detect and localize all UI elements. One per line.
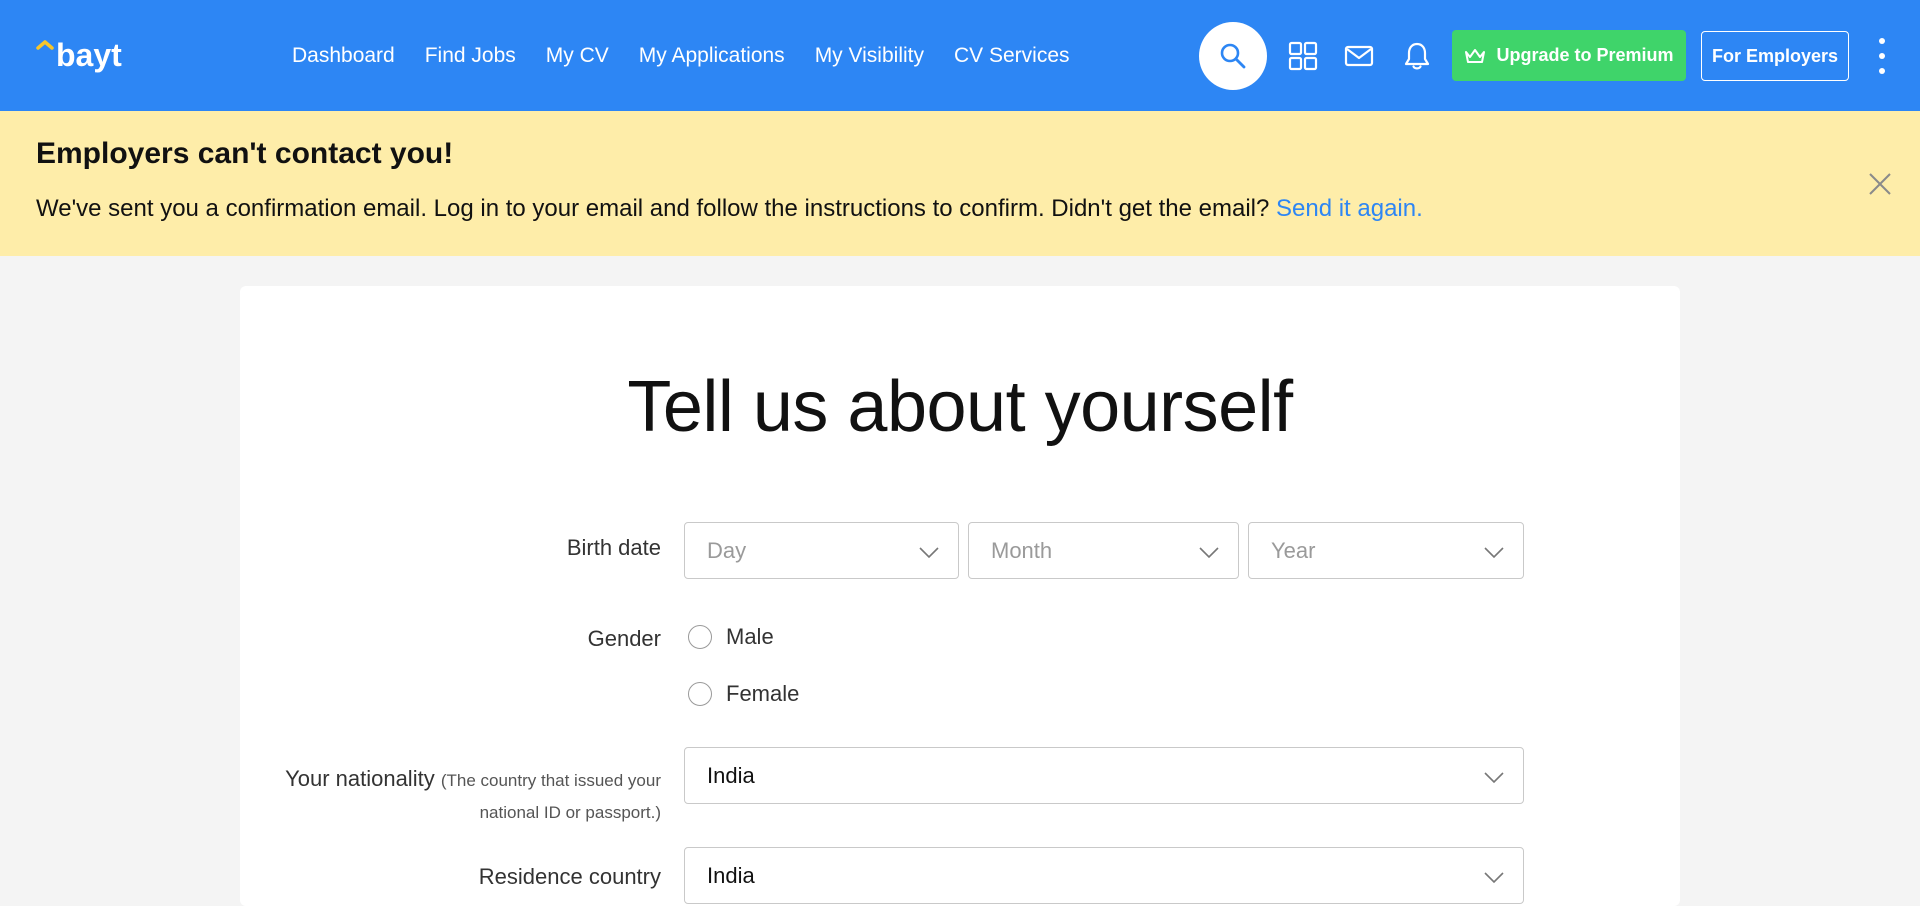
chevron-down-icon <box>919 547 939 559</box>
banner-title: Employers can't contact you! <box>36 137 454 170</box>
nationality-value: India <box>707 762 755 788</box>
bell-icon <box>1404 42 1430 70</box>
banner-message: We've sent you a confirmation email. Log… <box>36 195 1423 223</box>
nationality-select[interactable]: India <box>684 747 1524 804</box>
nav-cv-services[interactable]: CV Services <box>954 44 1070 68</box>
banner-text: We've sent you a confirmation email. Log… <box>36 195 1270 222</box>
birth-date-label: Birth date <box>566 535 661 560</box>
gender-male-option[interactable]: Male <box>688 624 774 650</box>
profile-form-card: Tell us about yourself Birth date Day Mo… <box>240 286 1680 906</box>
resend-email-link[interactable]: Send it again. <box>1276 195 1423 222</box>
page-title: Tell us about yourself <box>627 367 1293 447</box>
employers-label: For Employers <box>1711 45 1839 66</box>
female-label: Female <box>726 681 800 706</box>
day-placeholder: Day <box>707 537 747 563</box>
nationality-label: Your nationality <box>285 766 435 791</box>
nav-my-cv[interactable]: My CV <box>546 44 609 68</box>
upgrade-premium-button[interactable]: Upgrade to Premium <box>1452 30 1686 81</box>
birth-day-select[interactable]: Day <box>684 522 959 579</box>
gender-female-option[interactable]: Female <box>688 681 799 707</box>
search-icon <box>1220 43 1246 69</box>
mail-icon <box>1344 45 1374 67</box>
top-navigation-bar: bayt Dashboard Find Jobs My CV My Applic… <box>0 0 1920 111</box>
male-label: Male <box>726 624 774 649</box>
email-confirmation-banner: Employers can't contact you! We've sent … <box>0 111 1920 256</box>
bayt-logo[interactable]: bayt <box>36 34 171 74</box>
more-vertical-icon[interactable] <box>1872 38 1892 74</box>
gender-label: Gender <box>587 626 661 651</box>
year-placeholder: Year <box>1271 537 1316 563</box>
chevron-down-icon <box>1484 872 1504 884</box>
residence-value: India <box>707 862 755 888</box>
residence-country-select[interactable]: India <box>684 847 1524 904</box>
notifications-button[interactable] <box>1401 40 1433 72</box>
svg-text:bayt: bayt <box>56 37 122 73</box>
nav-my-applications[interactable]: My Applications <box>639 44 785 68</box>
nav-dashboard[interactable]: Dashboard <box>292 44 395 68</box>
residence-label: Residence country <box>478 864 661 889</box>
messages-button[interactable] <box>1343 40 1375 72</box>
male-radio[interactable] <box>688 625 712 649</box>
main-nav: Dashboard Find Jobs My CV My Application… <box>292 0 1070 111</box>
nationality-label-block: Your nationality (The country that issue… <box>240 764 661 828</box>
nav-my-visibility[interactable]: My Visibility <box>815 44 924 68</box>
close-icon[interactable] <box>1867 171 1893 197</box>
premium-label: Upgrade to Premium <box>1496 45 1674 65</box>
crown-icon <box>1465 48 1486 63</box>
birth-year-select[interactable]: Year <box>1248 522 1524 579</box>
chevron-down-icon <box>1484 547 1504 559</box>
nationality-hint: (The country that issued your national I… <box>440 771 661 822</box>
for-employers-button[interactable]: For Employers <box>1701 31 1849 81</box>
apps-grid-icon <box>1288 41 1318 71</box>
female-radio[interactable] <box>688 682 712 706</box>
nav-find-jobs[interactable]: Find Jobs <box>425 44 516 68</box>
search-button[interactable] <box>1199 22 1267 90</box>
chevron-down-icon <box>1484 772 1504 784</box>
month-placeholder: Month <box>991 537 1053 563</box>
birth-month-select[interactable]: Month <box>968 522 1239 579</box>
apps-grid-button[interactable] <box>1287 40 1319 72</box>
chevron-down-icon <box>1199 547 1219 559</box>
